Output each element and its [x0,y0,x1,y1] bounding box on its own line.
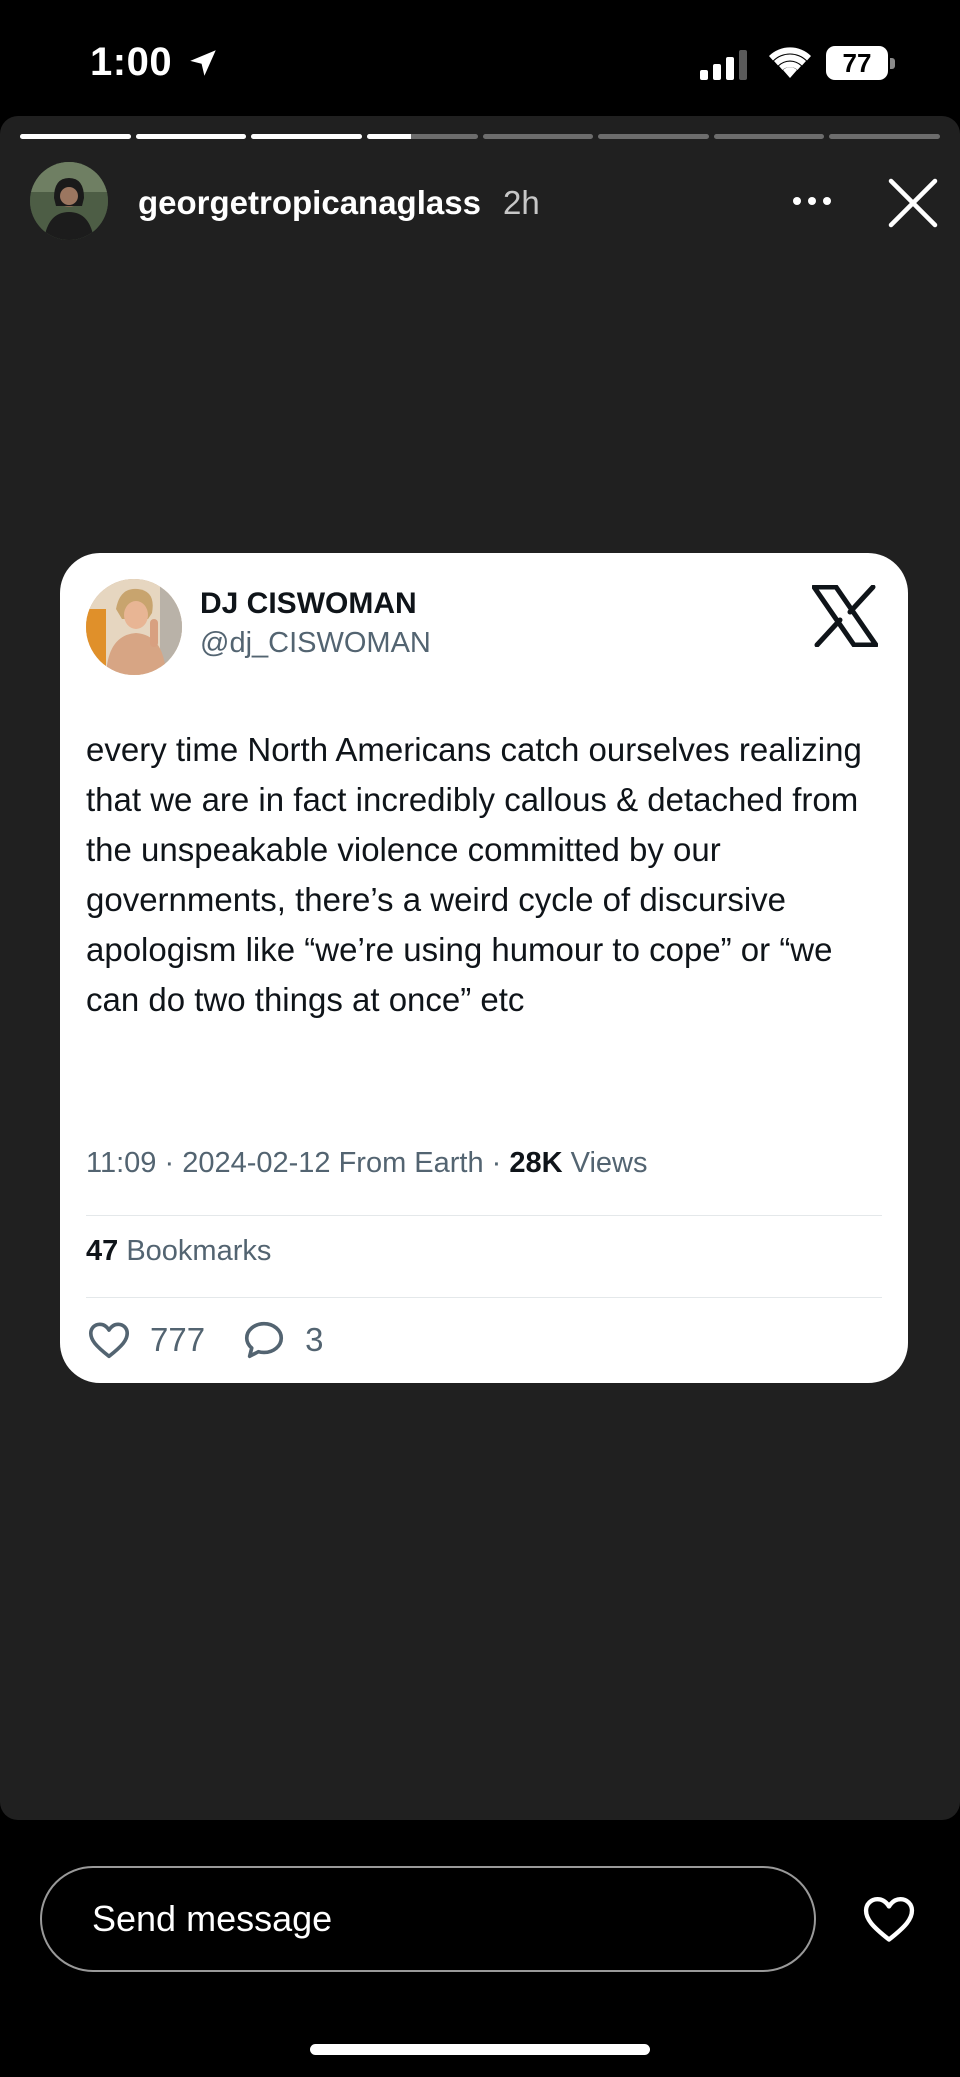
story-header: georgetropicanaglass 2h [30,160,940,240]
story-progress-segment [20,134,131,139]
tweet-like-count: 777 [150,1321,206,1358]
tweet-bookmarks-label: Bookmarks [118,1235,272,1267]
story-timestamp: 2h [503,184,540,221]
story-viewer[interactable]: georgetropicanaglass 2h DJ CISWOMAN @dj_… [0,116,960,1820]
story-progress-segment [829,134,940,139]
avatar-photo [86,579,182,675]
story-progress-segment [366,134,478,139]
status-time: 1:00 [90,40,173,84]
story-progress-fill [251,134,362,139]
send-message-input[interactable] [40,1866,816,1972]
tweet-timestamp: 11:09 · 2024-02-12 From Earth · [86,1147,510,1179]
story-progress-fill [20,134,131,139]
more-icon[interactable] [790,184,834,218]
tweet-card: DJ CISWOMAN @dj_CISWOMAN every time Nort… [60,553,908,1383]
tweet-meta: 11:09 · 2024-02-12 From Earth · 28K View… [86,1147,647,1180]
avatar-photo [30,162,108,240]
tweet-text: every time North Americans catch ourselv… [86,731,862,1018]
tweet-author-name: DJ CISWOMAN [200,587,417,620]
tweet-actions: 777 3 [86,1315,359,1365]
tweet-views-count: 28K [509,1147,563,1179]
reply-bubble-icon [244,1321,284,1359]
heart-icon[interactable] [858,1890,920,1948]
story-progress-fill [366,134,412,139]
close-icon[interactable] [886,176,940,230]
battery-level: 77 [842,48,872,78]
story-user-avatar[interactable] [30,162,108,240]
story-progress-segment [251,134,362,139]
wifi-icon [769,47,811,78]
cellular-signal-icon [700,50,747,80]
story-progress-segment [482,134,594,139]
tweet-views-label: Views [562,1147,648,1179]
tweet-divider [86,1215,882,1216]
battery-tip [890,58,895,69]
story-progress-segment [598,134,709,139]
x-logo-icon [812,585,878,647]
story-username[interactable]: georgetropicanaglass [138,184,481,222]
story-progress-bar [20,134,940,139]
tweet-divider [86,1297,882,1298]
tweet-bookmarks: 47 Bookmarks [86,1235,271,1268]
story-progress-fill [135,134,247,139]
tweet-author-avatar [86,579,182,675]
location-arrow-icon [190,50,216,76]
home-indicator[interactable] [310,2044,650,2055]
tweet-author-handle: @dj_CISWOMAN [200,627,431,659]
tweet-reply-count: 3 [305,1321,324,1358]
story-progress-segment [713,134,825,139]
story-progress-segment [135,134,247,139]
battery-indicator: 77 [826,46,896,80]
tweet-bookmarks-count: 47 [86,1235,119,1267]
heart-icon [88,1322,130,1359]
status-bar: 1:00 77 [0,0,960,116]
